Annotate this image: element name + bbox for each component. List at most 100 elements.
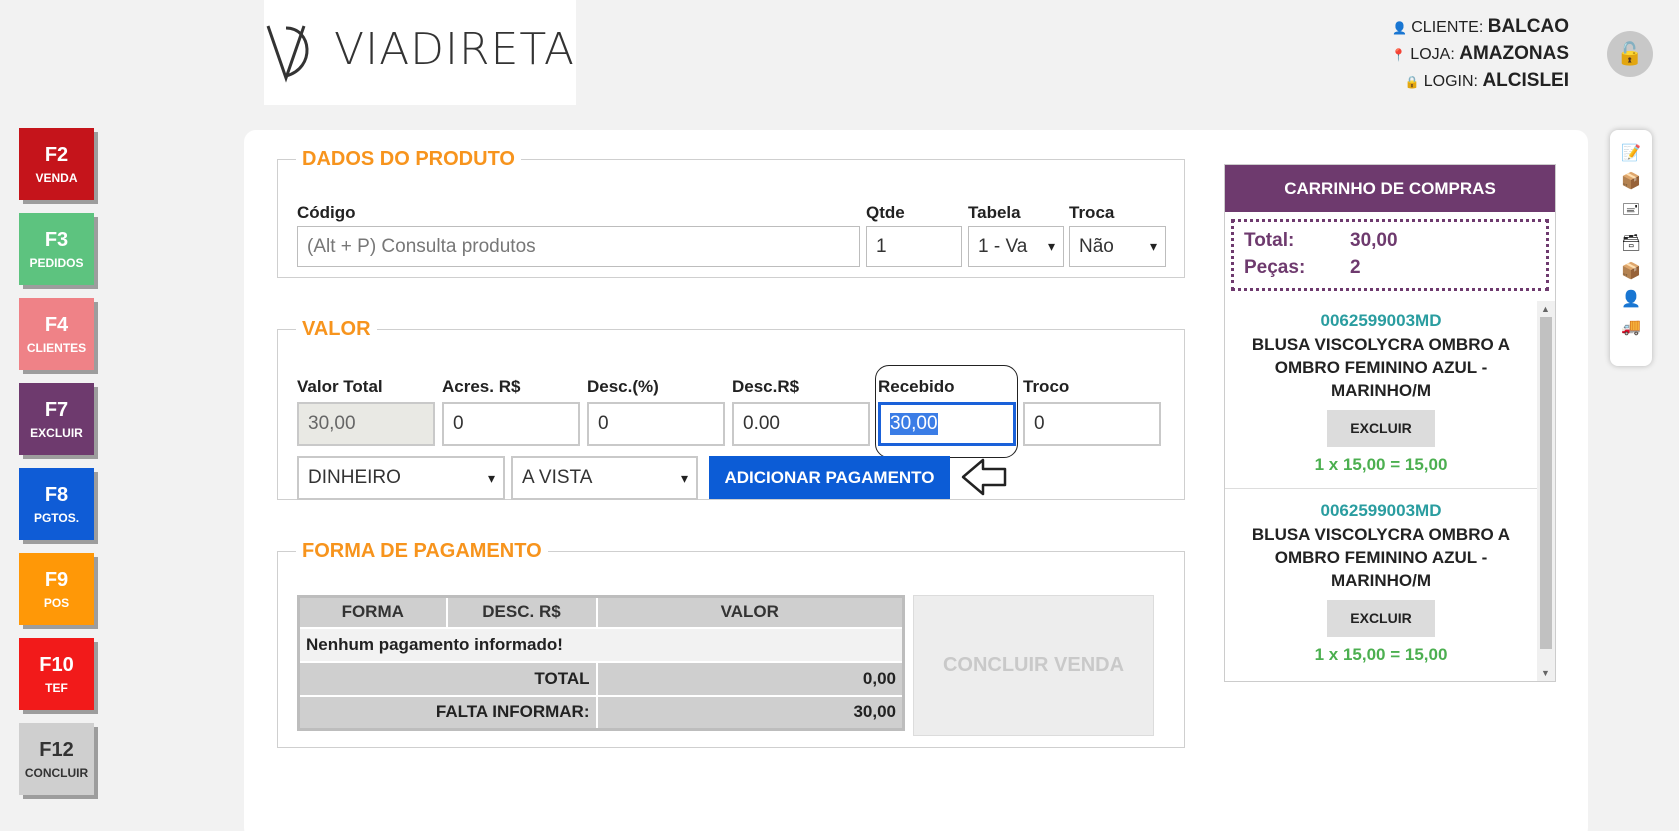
cart-total-value: 30,00	[1350, 230, 1398, 251]
total-label: TOTAL	[297, 660, 598, 697]
troca-label: Troca	[1069, 203, 1115, 222]
fkey-key: F2	[44, 144, 69, 166]
cart-panel: CARRINHO DE COMPRAS Total: 30,00 Peças: …	[1224, 164, 1556, 682]
cart-pecas-label: Peças:	[1244, 257, 1306, 278]
falta-value: 30,00	[595, 694, 905, 731]
user-icon[interactable]: 👤	[1621, 290, 1641, 310]
desc-pct-input[interactable]: 0	[587, 402, 725, 446]
valor-legend: VALOR	[302, 318, 371, 340]
cart-item: 0062599003MD BLUSA VISCOLYCRA OMBRO A OM…	[1225, 501, 1537, 665]
concluir-venda-button[interactable]: CONCLUIR VENDA	[913, 595, 1154, 736]
user-icon: 👤	[1392, 21, 1408, 35]
desc-rs-input[interactable]: 0.00	[732, 402, 870, 446]
tabela-select[interactable]: 1 - Va	[968, 226, 1064, 267]
total-row: TOTAL 0,00	[297, 660, 905, 697]
logo-mark-icon	[266, 25, 309, 83]
troca-value: Não	[1079, 235, 1114, 257]
item-qty: 1 x 15,00 = 15,00	[1314, 645, 1448, 664]
map-pin-icon: 📍	[1391, 48, 1407, 62]
forma-select[interactable]: DINHEIRO	[297, 456, 505, 500]
session-info: 👤 CLIENTE: BALCAO 📍 LOJA: AMAZONAS 🔒 LOGIN:…	[1391, 14, 1569, 95]
fkey-key: F3	[44, 229, 69, 251]
item-desc-line: OMBRO FEMININO AZUL -	[1274, 358, 1488, 377]
cart-title: CARRINHO DE COMPRAS	[1225, 165, 1555, 212]
empty-row: Nenhum pagamento informado!	[297, 626, 905, 663]
pagamento-fieldset: FORMA DE PAGAMENTO FORMA DESC. R$ VALOR …	[277, 540, 1185, 748]
fkey-key: F7	[44, 399, 69, 421]
fkey-key: F4	[44, 314, 69, 336]
codigo-label: Código	[297, 203, 356, 222]
item-qty: 1 x 15,00 = 15,00	[1314, 455, 1448, 474]
troco-label: Troco	[1023, 377, 1070, 396]
produto-fieldset: DADOS DO PRODUTO Código (Alt + P) Consul…	[277, 148, 1185, 278]
cart-list: 0062599003MD BLUSA VISCOLYCRA OMBRO A OM…	[1225, 301, 1537, 681]
fkey-pgtos[interactable]: F8 PGTOS.	[19, 468, 94, 540]
cart-item: 0062599003MD BLUSA VISCOLYCRA OMBRO A OM…	[1225, 311, 1537, 475]
recebido-label: Recebido	[878, 377, 955, 396]
codigo-input[interactable]: (Alt + P) Consulta produtos	[297, 226, 860, 267]
scroll-thumb[interactable]	[1540, 317, 1552, 649]
fkey-label: CONCLUIR	[24, 766, 89, 780]
adicionar-pagamento-button[interactable]: ADICIONAR PAGAMENTO	[709, 456, 950, 499]
package-icon[interactable]: 🗃	[1621, 234, 1641, 254]
forma-value: DINHEIRO	[308, 467, 401, 488]
acres-label: Acres. R$	[442, 377, 521, 396]
loja-value: AMAZONAS	[1459, 43, 1569, 64]
unlock-button[interactable]: 🔓	[1607, 31, 1653, 77]
fkey-label: TEF	[45, 681, 68, 695]
scroll-down-icon[interactable]: ▼	[1541, 668, 1550, 678]
cart-summary: Total: 30,00 Peças: 2	[1231, 219, 1549, 291]
box-icon[interactable]: 📦	[1621, 172, 1641, 192]
troca-select[interactable]: Não	[1069, 226, 1166, 267]
troco-input[interactable]: 0	[1023, 402, 1161, 446]
fkey-pedidos[interactable]: F3 PEDIDOS	[19, 213, 94, 285]
cart-pecas-value: 2	[1350, 257, 1361, 278]
item-code: 0062599003MD	[1320, 501, 1442, 520]
fkey-label: EXCLUIR	[30, 426, 83, 440]
fkey-excluir[interactable]: F7 EXCLUIR	[19, 383, 94, 455]
excluir-item-button[interactable]: EXCLUIR	[1327, 600, 1435, 637]
fkey-clientes[interactable]: F4 CLIENTES	[19, 298, 94, 370]
payments-header-row: FORMA DESC. R$ VALOR	[297, 595, 905, 629]
excluir-item-button[interactable]: EXCLUIR	[1327, 410, 1435, 447]
item-desc-line: MARINHO/M	[1330, 571, 1432, 590]
fkey-tef[interactable]: F10 TEF	[19, 638, 94, 710]
falta-label: FALTA INFORMAR:	[297, 694, 598, 731]
condicao-select[interactable]: A VISTA	[511, 456, 698, 500]
item-code: 0062599003MD	[1320, 311, 1442, 330]
pagamento-legend: FORMA DE PAGAMENTO	[302, 540, 542, 562]
item-desc-line: OMBRO FEMININO AZUL -	[1274, 548, 1488, 567]
condicao-value: A VISTA	[522, 467, 593, 488]
fkey-concluir[interactable]: F12 CONCLUIR	[19, 723, 94, 795]
valor-total-label: Valor Total	[297, 377, 383, 396]
cliente-value: BALCAO	[1487, 16, 1569, 37]
boxes-icon[interactable]: 📦	[1621, 262, 1641, 282]
stamp-icon[interactable]: 🖃	[1621, 200, 1641, 220]
payments-table: FORMA DESC. R$ VALOR Nenhum pagamento in…	[297, 595, 905, 731]
col-forma: FORMA	[297, 595, 448, 629]
fkey-key: F12	[39, 739, 74, 761]
fkey-key: F10	[39, 654, 74, 676]
check-document-icon[interactable]: 📝	[1621, 144, 1641, 164]
recebido-input[interactable]: 30,00	[878, 402, 1016, 446]
cart-total-label: Total:	[1244, 230, 1295, 251]
fkey-venda[interactable]: F2 VENDA	[19, 128, 94, 200]
login-label: LOGIN:	[1423, 73, 1478, 90]
qtde-input[interactable]: 1	[866, 226, 962, 267]
fkey-label: POS	[43, 596, 70, 610]
col-desc: DESC. R$	[445, 595, 598, 629]
tabela-label: Tabela	[968, 203, 1021, 222]
unlock-icon: 🔓	[1616, 41, 1644, 66]
truck-icon[interactable]: 🚚	[1621, 318, 1641, 338]
login-value: ALCISLEI	[1482, 70, 1569, 91]
lock-icon: 🔒	[1404, 75, 1420, 89]
cart-scrollbar[interactable]: ▲ ▼	[1537, 301, 1555, 681]
scroll-up-icon[interactable]: ▲	[1541, 304, 1550, 314]
produto-legend: DADOS DO PRODUTO	[302, 148, 515, 170]
valor-total-input: 30,00	[297, 402, 435, 446]
acres-input[interactable]: 0	[442, 402, 580, 446]
tabela-value: 1 - Va	[978, 235, 1028, 257]
fkey-pos[interactable]: F9 POS	[19, 553, 94, 625]
fkey-label: CLIENTES	[26, 341, 87, 355]
fkey-key: F8	[44, 484, 69, 506]
